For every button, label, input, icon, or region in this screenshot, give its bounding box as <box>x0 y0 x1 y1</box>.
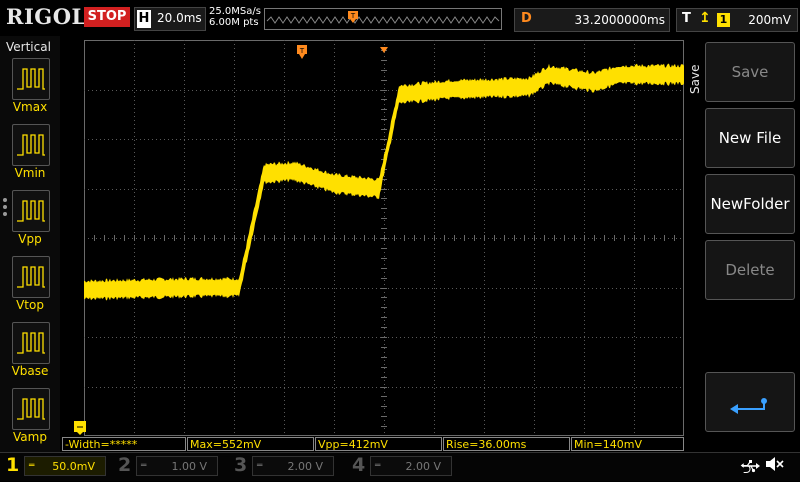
channel-4-button[interactable]: 4 <box>352 454 365 476</box>
softkey-label: NewFolder <box>710 195 790 213</box>
channel-1-button[interactable]: 1 <box>6 454 19 476</box>
memory-depth: 6.00M pts <box>209 17 259 28</box>
softkey-newfolder[interactable]: NewFolder <box>705 174 795 234</box>
softkey-new-file[interactable]: New File <box>705 108 795 168</box>
svg-text:T: T <box>299 47 305 55</box>
softkey-label: Save <box>731 63 769 81</box>
measure-category-title: Vertical <box>6 40 51 54</box>
channel-scale: 2.00 V <box>287 460 323 473</box>
vpp-measure-icon <box>17 200 45 222</box>
vamp-measure-icon <box>17 398 45 420</box>
measure-btn-vmin[interactable] <box>12 124 50 166</box>
measure-vpp[interactable]: Vpp=412mV <box>315 437 442 451</box>
measure-width[interactable]: -Width=***** <box>62 437 186 451</box>
brand-logo: RIGOL <box>6 4 87 29</box>
measure-label-vpp: Vpp <box>18 232 42 246</box>
measure-btn-vamp[interactable] <box>12 388 50 430</box>
return-arrow-icon <box>730 398 767 414</box>
softkey-delete[interactable]: Delete <box>705 240 795 300</box>
timebase-value: 20.0ms <box>157 11 202 25</box>
graticule <box>84 40 684 436</box>
trigger-position-marker-icon: T <box>348 8 358 27</box>
horizontal-label: H <box>137 10 151 28</box>
svg-text:T: T <box>350 12 356 20</box>
trigger-label: T <box>682 11 691 26</box>
delay-label: D <box>521 11 532 26</box>
measure-max[interactable]: Max=552mV <box>187 437 314 451</box>
softkey-menu-title: Save <box>688 64 702 94</box>
channel-3-scale-box[interactable]: ═ 2.00 V <box>252 456 334 476</box>
measure-btn-vtop[interactable] <box>12 256 50 298</box>
delay-center-marker-icon <box>380 38 388 57</box>
memory-position-bar[interactable] <box>264 8 502 30</box>
measure-label-vmin: Vmin <box>14 166 46 180</box>
vmax-measure-icon <box>17 68 45 90</box>
coupling-dc-icon: ═ <box>29 461 35 471</box>
channel-3-button[interactable]: 3 <box>234 454 247 476</box>
trigger-source: 1 <box>717 13 730 27</box>
coupling-dc-icon: ═ <box>141 461 147 471</box>
horizontal-timebase-box[interactable]: H 20.0ms <box>134 7 206 31</box>
waveform-display-grid[interactable] <box>84 40 684 436</box>
coupling-dc-icon: ═ <box>375 461 381 471</box>
measure-label-vamp: Vamp <box>13 430 47 444</box>
speaker-muted-icon[interactable] <box>764 456 784 476</box>
measure-min[interactable]: Min=140mV <box>571 437 684 451</box>
acquisition-info: 25.0MSa/s 6.00M pts <box>209 6 261 28</box>
measure-rise[interactable]: Rise=36.00ms <box>443 437 570 451</box>
delay-value: 33.2000000ms <box>574 13 665 27</box>
measure-btn-vpp[interactable] <box>12 190 50 232</box>
measure-btn-vmax[interactable] <box>12 58 50 100</box>
channel-2-button[interactable]: 2 <box>118 454 131 476</box>
measure-label-vtop: Vtop <box>16 298 44 312</box>
return-button[interactable] <box>705 372 795 432</box>
coupling-dc-icon: ═ <box>257 461 263 471</box>
delay-box[interactable]: D 33.2000000ms <box>514 8 670 32</box>
trigger-box[interactable]: T ↥ 1 200mV <box>676 8 798 32</box>
channel-1-scale-box[interactable]: ═ 50.0mV <box>24 456 106 476</box>
vtop-measure-icon <box>17 266 45 288</box>
panel-page-indicator <box>3 198 7 219</box>
sample-rate: 25.0MSa/s <box>209 6 261 17</box>
channel-scale: 1.00 V <box>171 460 207 473</box>
rising-edge-icon: ↥ <box>699 10 711 26</box>
measure-btn-vbase[interactable] <box>12 322 50 364</box>
channel-scale: 2.00 V <box>405 460 441 473</box>
run-stop-indicator[interactable]: STOP <box>84 7 130 27</box>
softkey-label: Delete <box>725 261 775 279</box>
trigger-level: 200mV <box>748 13 791 27</box>
usb-icon <box>740 458 760 477</box>
memory-waveform-preview <box>266 16 500 24</box>
measure-label-vmax: Vmax <box>12 100 48 114</box>
trigger-time-marker-icon: T <box>297 44 307 63</box>
softkey-label: New File <box>718 129 782 147</box>
vbase-measure-icon <box>17 332 45 354</box>
measure-label-vbase: Vbase <box>11 364 49 378</box>
channel-2-scale-box[interactable]: ═ 1.00 V <box>136 456 218 476</box>
channel-4-scale-box[interactable]: ═ 2.00 V <box>370 456 452 476</box>
vmin-measure-icon <box>17 134 45 156</box>
softkey-save[interactable]: Save <box>705 42 795 102</box>
channel-scale: 50.0mV <box>52 460 95 473</box>
